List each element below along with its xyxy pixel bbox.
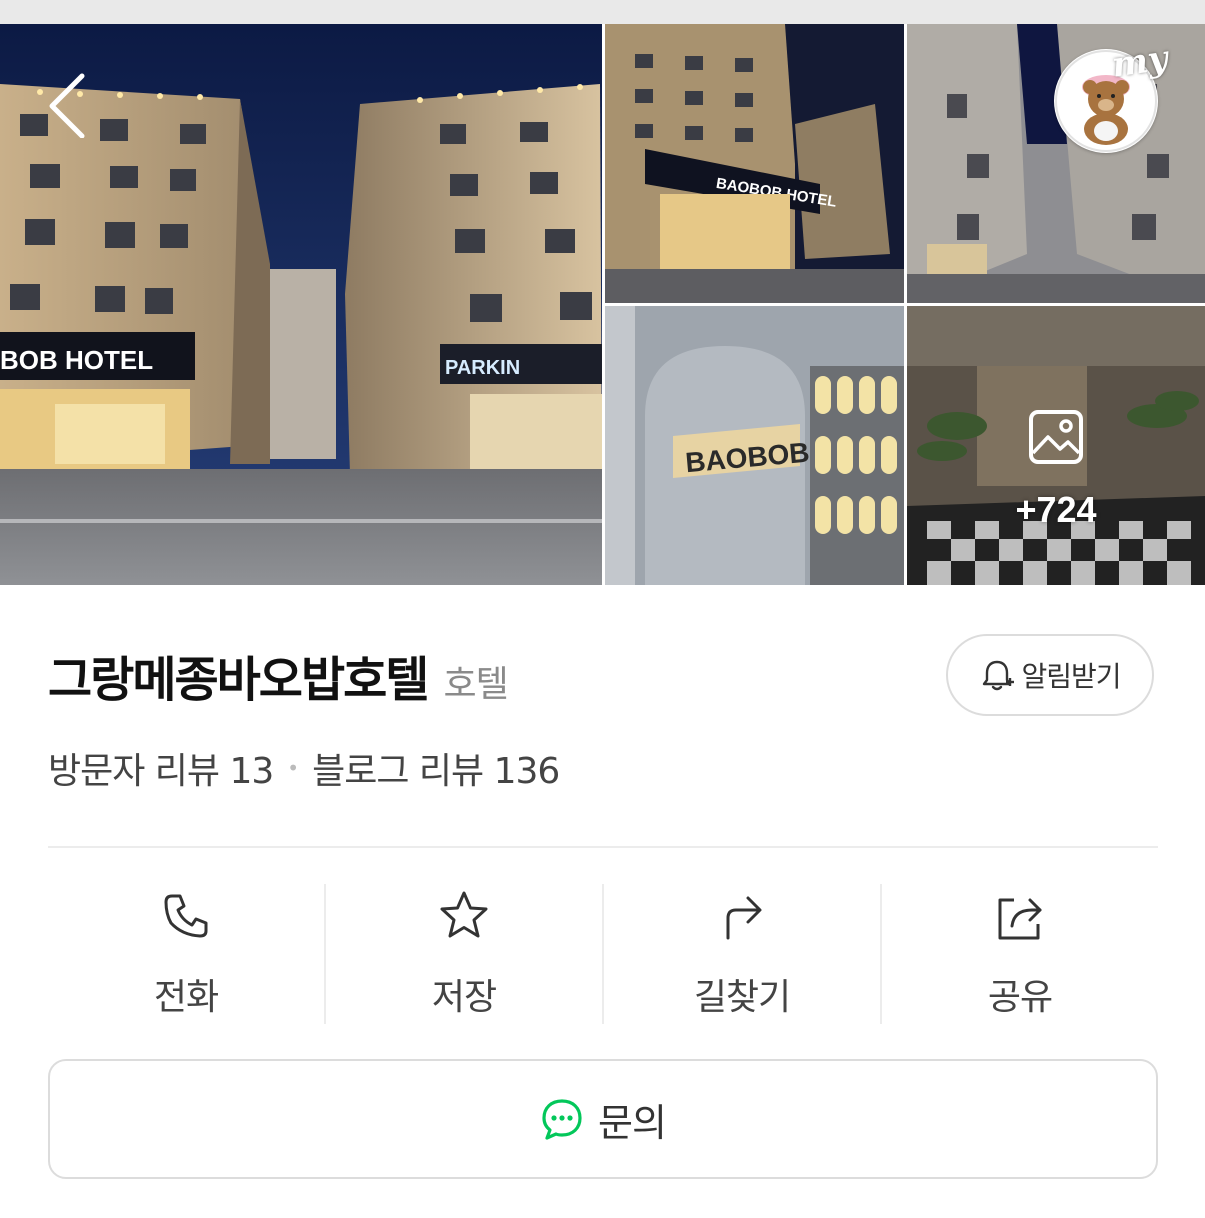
bell-plus-icon [983,660,1015,691]
notify-label: 알림받기 [1021,660,1121,693]
directions-button[interactable]: 길찾기 [602,884,880,1024]
section-divider [48,846,1158,848]
back-button[interactable] [38,68,98,139]
my-label: my [1109,38,1171,86]
more-photos-button[interactable]: +724 [1000,409,1112,530]
more-photos-count: +724 [1015,489,1097,530]
share-icon [998,898,1042,940]
image-icon [1029,410,1083,464]
review-summary: 방문자 리뷰 13 • 블로그 리뷰 136 [48,742,560,794]
chevron-left-icon [49,73,85,139]
chat-icon [542,1099,582,1140]
notify-button[interactable]: 알림받기 [946,634,1154,716]
place-name: 그랑메종바오밥호텔 [48,652,429,708]
save-button[interactable]: 저장 [324,884,602,1024]
inquiry-label: 문의 [598,1100,667,1145]
place-category: 호텔 [443,664,508,705]
action-bar: 전화 저장 길찾기 공유 [48,884,1158,1024]
gallery-photo-exterior[interactable]: BAOBOB HOTEL [605,24,904,303]
save-label: 저장 [431,977,497,1018]
photo-gallery: BOB HOTEL PARKIN BAOBOB HOTEL BAOBOB my … [0,24,1205,585]
directions-label: 길찾기 [693,977,791,1018]
inquiry-button[interactable]: 문의 [48,1059,1158,1179]
separator-dot: • [287,756,299,780]
call-button[interactable]: 전화 [48,884,324,1024]
top-status-strip [0,0,1205,24]
phone-icon [164,894,208,938]
parking-sign: PARKIN [445,357,520,379]
visitor-review-link[interactable]: 방문자 리뷰 13 [48,742,274,794]
place-title-row: 그랑메종바오밥호텔 호텔 [48,640,509,710]
gallery-photo-lobby-sign[interactable]: BAOBOB [605,306,904,585]
main-photo-sign: BOB HOTEL [0,345,153,375]
share-button[interactable]: 공유 [880,884,1158,1024]
directions-icon [726,896,762,940]
star-icon [440,891,488,938]
share-label: 공유 [987,977,1053,1018]
blog-review-link[interactable]: 블로그 리뷰 136 [312,742,560,794]
call-label: 전화 [153,977,219,1018]
